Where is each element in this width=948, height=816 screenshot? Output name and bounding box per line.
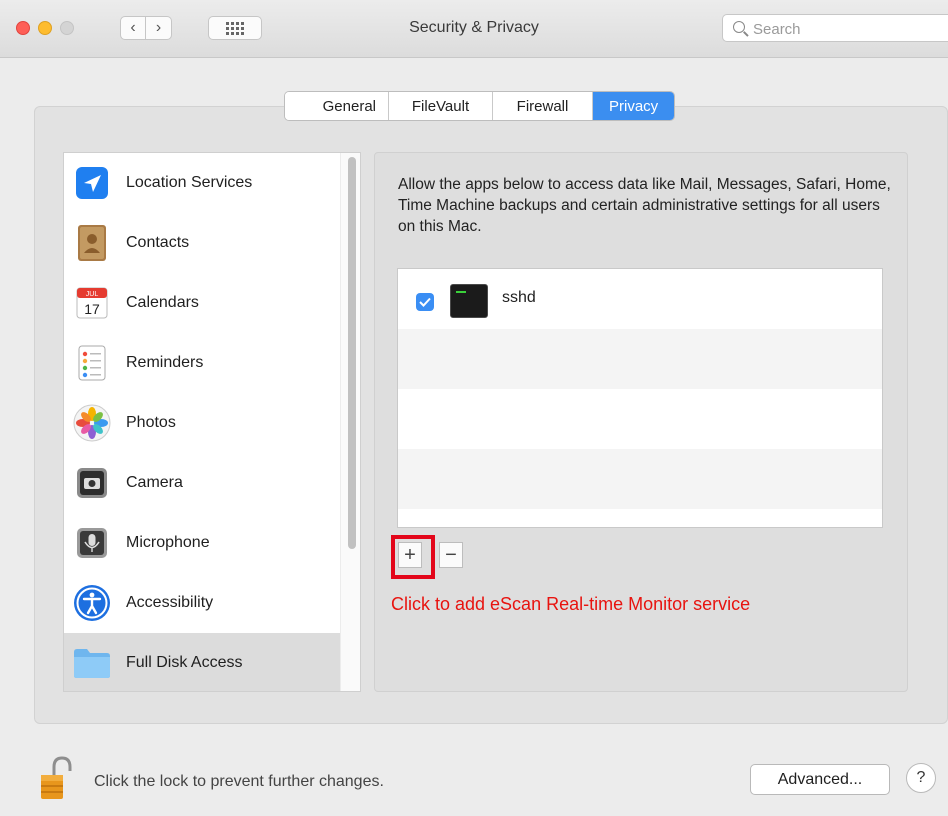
location-arrow-icon (72, 163, 112, 203)
lock-icon[interactable] (38, 755, 72, 801)
tab-general[interactable]: General (285, 92, 389, 120)
annotation-highlight-box (391, 535, 435, 579)
tab-firewall[interactable]: Firewall (493, 92, 593, 120)
app-name: sshd (502, 289, 536, 306)
sidebar-item-label: Reminders (126, 354, 204, 371)
sidebar-item-location-services[interactable]: Location Services (64, 153, 340, 213)
app-row-sshd[interactable]: sshd (398, 269, 882, 329)
app-checkbox[interactable] (416, 293, 434, 311)
sidebar-item-photos[interactable]: Photos (64, 393, 340, 453)
lock-status-text: Click the lock to prevent further change… (94, 773, 384, 790)
sidebar-item-microphone[interactable]: Microphone (64, 513, 340, 573)
photos-flower-icon (72, 403, 112, 443)
camera-icon (72, 463, 112, 503)
app-list[interactable]: sshd (397, 268, 883, 528)
calendar-month-text: JUL (86, 291, 99, 298)
search-input[interactable] (753, 19, 933, 39)
sidebar-scroll-thumb[interactable] (348, 157, 356, 549)
empty-row (398, 389, 882, 449)
sidebar-item-reminders[interactable]: Reminders (64, 333, 340, 393)
annotation-text: Click to add eScan Real-time Monitor ser… (391, 594, 751, 614)
checkmark-icon (419, 297, 431, 307)
empty-row (398, 449, 882, 509)
sidebar-item-label: Contacts (126, 234, 190, 251)
calendar-day-text: 17 (84, 301, 100, 317)
sidebar-item-label: Calendars (126, 294, 199, 311)
sidebar-item-label: Microphone (126, 534, 210, 551)
sidebar-item-label: Photos (126, 414, 176, 431)
privacy-category-list[interactable]: Location Services Contacts JUL 17 Calenda… (63, 152, 361, 692)
reminders-icon (72, 343, 112, 383)
empty-row (398, 509, 882, 527)
sidebar-item-accessibility[interactable]: Accessibility (64, 573, 340, 633)
empty-row (398, 329, 882, 389)
sidebar-item-calendars[interactable]: JUL 17 Calendars (64, 273, 340, 333)
terminal-icon (450, 284, 488, 318)
search-field[interactable] (722, 14, 948, 42)
title-bar: ‹ › Security & Privacy (0, 0, 948, 58)
accessibility-icon (72, 583, 112, 623)
remove-app-button[interactable]: − (439, 542, 463, 568)
privacy-description: Allow the apps below to access data like… (398, 176, 891, 235)
sidebar-item-label: Full Disk Access (126, 654, 243, 671)
sidebar-item-contacts[interactable]: Contacts (64, 213, 340, 273)
tab-bar: General FileVault Firewall Privacy (284, 91, 676, 121)
advanced-button[interactable]: Advanced... (750, 764, 890, 795)
contacts-book-icon (72, 223, 112, 263)
microphone-icon (72, 523, 112, 563)
search-icon (733, 21, 745, 33)
tab-filevault[interactable]: FileVault (389, 92, 493, 120)
calendar-icon: JUL 17 (72, 283, 112, 323)
sidebar-item-camera[interactable]: Camera (64, 453, 340, 513)
help-button[interactable]: ? (906, 763, 936, 793)
folder-icon (72, 643, 112, 683)
sidebar-item-label: Camera (126, 474, 183, 491)
sidebar-item-full-disk-access[interactable]: Full Disk Access (64, 633, 340, 691)
tab-privacy[interactable]: Privacy (593, 92, 675, 120)
sidebar-item-label: Accessibility (126, 594, 214, 611)
sidebar-item-label: Location Services (126, 174, 253, 191)
remove-controls: − (439, 542, 463, 572)
sidebar-scrollbar[interactable] (340, 153, 360, 691)
